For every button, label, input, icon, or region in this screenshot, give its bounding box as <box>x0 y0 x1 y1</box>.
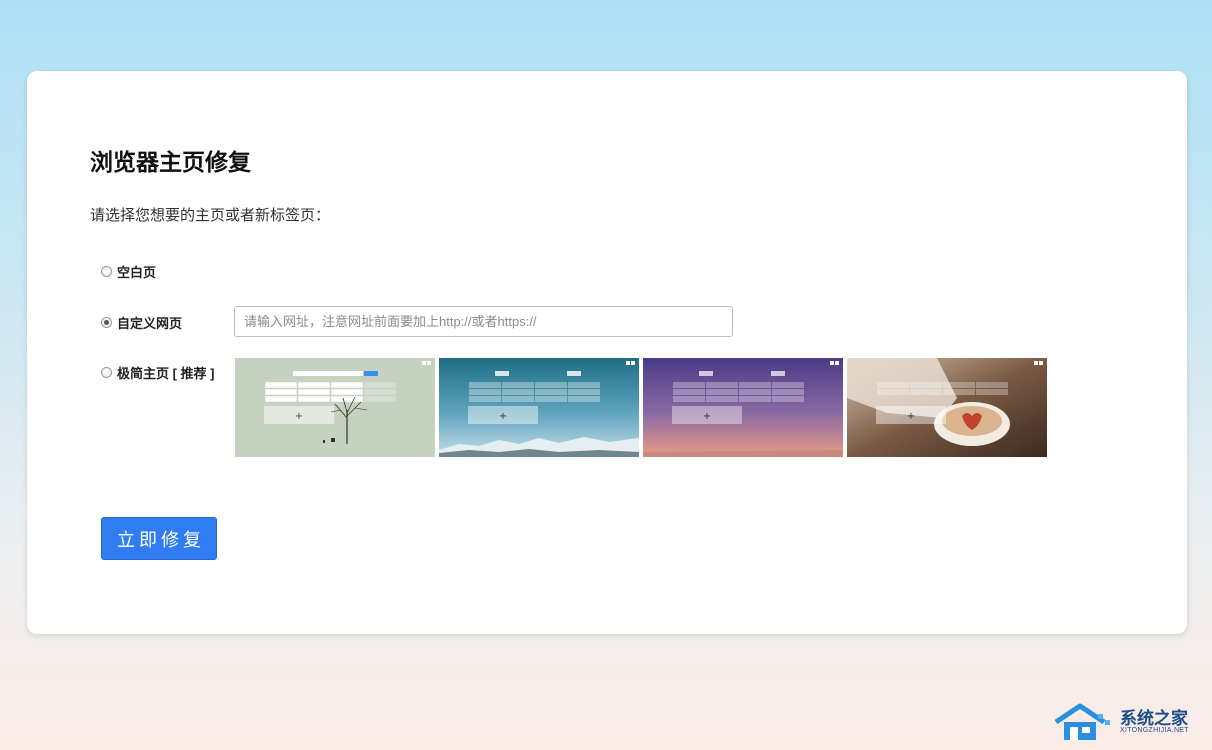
theme-plus-text: + <box>499 411 507 422</box>
site-watermark: 系统之家 XITONGZHIJIA.NET <box>1050 700 1210 746</box>
option-custom[interactable]: 自定义网页 <box>101 313 182 332</box>
radio-minimal[interactable] <box>101 367 112 378</box>
house-logo-icon <box>1054 703 1110 740</box>
option-minimal[interactable]: 极简主页 [ 推荐 ] <box>101 363 215 382</box>
theme-thumb-coffee[interactable]: + <box>847 358 1047 457</box>
url-input[interactable] <box>234 306 733 337</box>
repair-card: 浏览器主页修复 请选择您想要的主页或者新标签页： 空白页 自定义网页 极简主页 … <box>27 71 1187 634</box>
option-custom-label: 自定义网页 <box>117 316 183 331</box>
theme-plus-text: + <box>295 411 303 422</box>
watermark-name: 系统之家 <box>1120 709 1188 728</box>
radio-custom[interactable] <box>101 317 112 328</box>
theme-thumb-tree[interactable]: + <box>235 358 435 457</box>
theme-plus-text: + <box>907 411 915 422</box>
radio-blank[interactable] <box>101 266 112 277</box>
theme-thumb-purple-sunset[interactable]: + <box>643 358 843 457</box>
watermark-domain: XITONGZHIJIA.NET <box>1120 727 1189 734</box>
theme-plus-text: + <box>703 411 711 422</box>
fix-now-button[interactable]: 立即修复 <box>101 517 217 560</box>
option-blank[interactable]: 空白页 <box>101 262 156 281</box>
option-blank-label: 空白页 <box>117 265 157 280</box>
page-title: 浏览器主页修复 <box>90 149 251 175</box>
page-subtitle: 请选择您想要的主页或者新标签页： <box>90 207 331 224</box>
theme-thumb-snow-mountain[interactable]: + <box>439 358 639 457</box>
option-minimal-label: 极简主页 [ 推荐 ] <box>117 366 215 381</box>
